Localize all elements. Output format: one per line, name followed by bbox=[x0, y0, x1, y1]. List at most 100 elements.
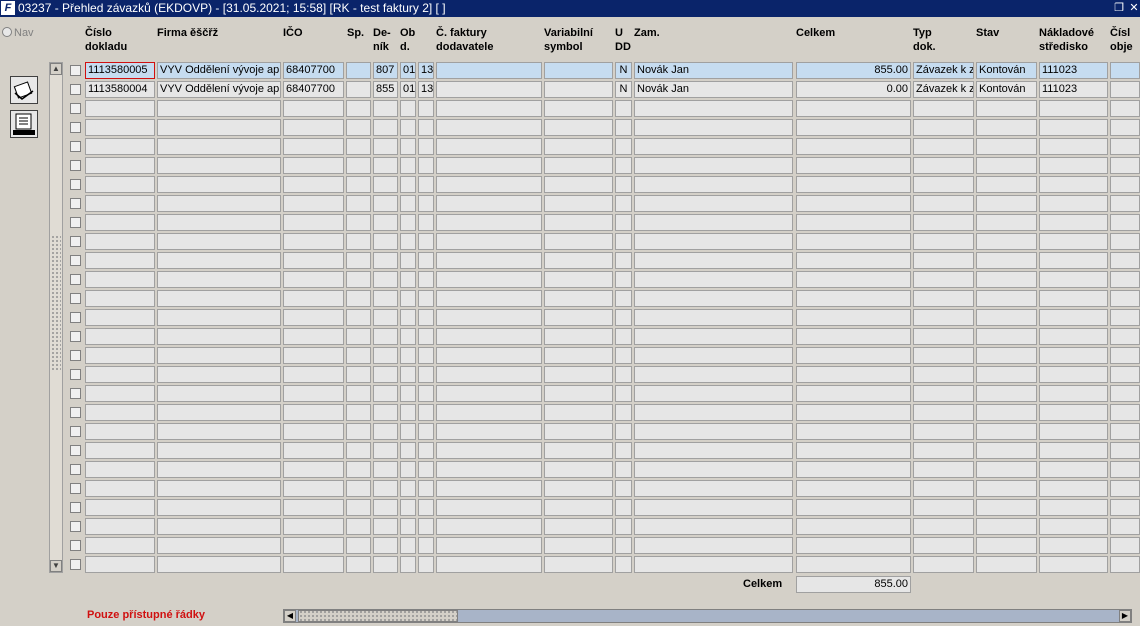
cell-celkem[interactable] bbox=[796, 366, 911, 383]
cell-ico[interactable] bbox=[283, 100, 344, 117]
table-row[interactable] bbox=[70, 214, 1140, 231]
column-header-cf[interactable]: Č. faktury dodavatele bbox=[436, 26, 493, 54]
cell-celkem[interactable] bbox=[796, 556, 911, 573]
cell-celkem[interactable] bbox=[796, 119, 911, 136]
cell-sp[interactable] bbox=[346, 62, 371, 79]
cell-cf[interactable] bbox=[436, 442, 542, 459]
cell-denik[interactable] bbox=[373, 233, 398, 250]
cell-x13[interactable]: 13 bbox=[418, 81, 434, 98]
cell-denik[interactable] bbox=[373, 195, 398, 212]
cell-ico[interactable] bbox=[283, 195, 344, 212]
cell-zam[interactable] bbox=[634, 518, 793, 535]
cell-denik[interactable] bbox=[373, 537, 398, 554]
cell-udd[interactable] bbox=[615, 271, 632, 288]
cell-vs[interactable] bbox=[544, 480, 613, 497]
cell-zam[interactable] bbox=[634, 233, 793, 250]
table-row[interactable] bbox=[70, 271, 1140, 288]
cell-cf[interactable] bbox=[436, 461, 542, 478]
cell-zam[interactable] bbox=[634, 366, 793, 383]
cell-x13[interactable] bbox=[418, 290, 434, 307]
nav-radio[interactable]: Nav bbox=[2, 27, 34, 39]
cell-ns[interactable] bbox=[1039, 328, 1108, 345]
cell-x13[interactable] bbox=[418, 480, 434, 497]
cell-obd[interactable] bbox=[400, 138, 416, 155]
cell-celkem[interactable] bbox=[796, 290, 911, 307]
cell-cislo[interactable]: 1113580004 bbox=[85, 81, 155, 98]
cell-vs[interactable] bbox=[544, 62, 613, 79]
cell-vs[interactable] bbox=[544, 252, 613, 269]
cell-zam[interactable]: Novák Jan bbox=[634, 81, 793, 98]
cell-denik[interactable] bbox=[373, 309, 398, 326]
cell-vs[interactable] bbox=[544, 290, 613, 307]
cell-obd[interactable] bbox=[400, 271, 416, 288]
row-checkbox[interactable] bbox=[70, 217, 81, 228]
cell-cf[interactable] bbox=[436, 556, 542, 573]
cell-cislo[interactable] bbox=[85, 461, 155, 478]
table-row[interactable] bbox=[70, 290, 1140, 307]
cell-firma[interactable] bbox=[157, 214, 281, 231]
row-checkbox[interactable] bbox=[70, 103, 81, 114]
cell-stav[interactable] bbox=[976, 176, 1037, 193]
cell-denik[interactable] bbox=[373, 119, 398, 136]
cell-zam[interactable] bbox=[634, 423, 793, 440]
cell-co[interactable] bbox=[1110, 252, 1140, 269]
cell-sp[interactable] bbox=[346, 176, 371, 193]
row-checkbox[interactable] bbox=[70, 255, 81, 266]
cell-ico[interactable] bbox=[283, 347, 344, 364]
cell-zam[interactable] bbox=[634, 404, 793, 421]
cell-typ[interactable] bbox=[913, 480, 974, 497]
cell-typ[interactable] bbox=[913, 366, 974, 383]
cell-sp[interactable] bbox=[346, 138, 371, 155]
scroll-up-icon[interactable]: ▲ bbox=[50, 63, 62, 75]
cell-zam[interactable] bbox=[634, 214, 793, 231]
cell-vs[interactable] bbox=[544, 404, 613, 421]
cell-vs[interactable] bbox=[544, 556, 613, 573]
row-checkbox[interactable] bbox=[70, 179, 81, 190]
cell-ico[interactable] bbox=[283, 290, 344, 307]
cell-co[interactable] bbox=[1110, 62, 1140, 79]
cell-cf[interactable] bbox=[436, 518, 542, 535]
cell-ico[interactable]: 68407700 bbox=[283, 62, 344, 79]
table-row[interactable] bbox=[70, 499, 1140, 516]
cell-zam[interactable] bbox=[634, 328, 793, 345]
cell-x13[interactable] bbox=[418, 556, 434, 573]
cell-cislo[interactable] bbox=[85, 233, 155, 250]
cell-firma[interactable] bbox=[157, 518, 281, 535]
column-header-zam[interactable]: Zam. bbox=[634, 26, 660, 40]
cell-cislo[interactable] bbox=[85, 556, 155, 573]
cell-obd[interactable] bbox=[400, 556, 416, 573]
cell-stav[interactable] bbox=[976, 328, 1037, 345]
cell-cf[interactable] bbox=[436, 271, 542, 288]
cell-ns[interactable] bbox=[1039, 309, 1108, 326]
cell-ns[interactable] bbox=[1039, 157, 1108, 174]
cell-co[interactable] bbox=[1110, 423, 1140, 440]
cell-cislo[interactable] bbox=[85, 328, 155, 345]
cell-udd[interactable] bbox=[615, 461, 632, 478]
cell-zam[interactable] bbox=[634, 347, 793, 364]
cell-sp[interactable] bbox=[346, 499, 371, 516]
table-row[interactable] bbox=[70, 309, 1140, 326]
cell-udd[interactable] bbox=[615, 214, 632, 231]
cell-celkem[interactable] bbox=[796, 100, 911, 117]
cell-ico[interactable]: 68407700 bbox=[283, 81, 344, 98]
cell-typ[interactable] bbox=[913, 461, 974, 478]
cell-zam[interactable] bbox=[634, 195, 793, 212]
cell-celkem[interactable] bbox=[796, 157, 911, 174]
cell-ns[interactable] bbox=[1039, 499, 1108, 516]
column-header-firma[interactable]: Firma ěščřž bbox=[157, 26, 218, 40]
cell-x13[interactable] bbox=[418, 328, 434, 345]
column-header-sp[interactable]: Sp. bbox=[347, 26, 364, 40]
cell-cislo[interactable] bbox=[85, 366, 155, 383]
cell-ns[interactable] bbox=[1039, 252, 1108, 269]
cell-obd[interactable] bbox=[400, 366, 416, 383]
cell-ico[interactable] bbox=[283, 252, 344, 269]
table-row[interactable] bbox=[70, 537, 1140, 554]
row-checkbox[interactable] bbox=[70, 274, 81, 285]
cell-celkem[interactable] bbox=[796, 328, 911, 345]
cell-co[interactable] bbox=[1110, 100, 1140, 117]
cell-denik[interactable] bbox=[373, 556, 398, 573]
cell-firma[interactable] bbox=[157, 100, 281, 117]
cell-x13[interactable] bbox=[418, 347, 434, 364]
cell-obd[interactable] bbox=[400, 119, 416, 136]
cell-zam[interactable] bbox=[634, 442, 793, 459]
